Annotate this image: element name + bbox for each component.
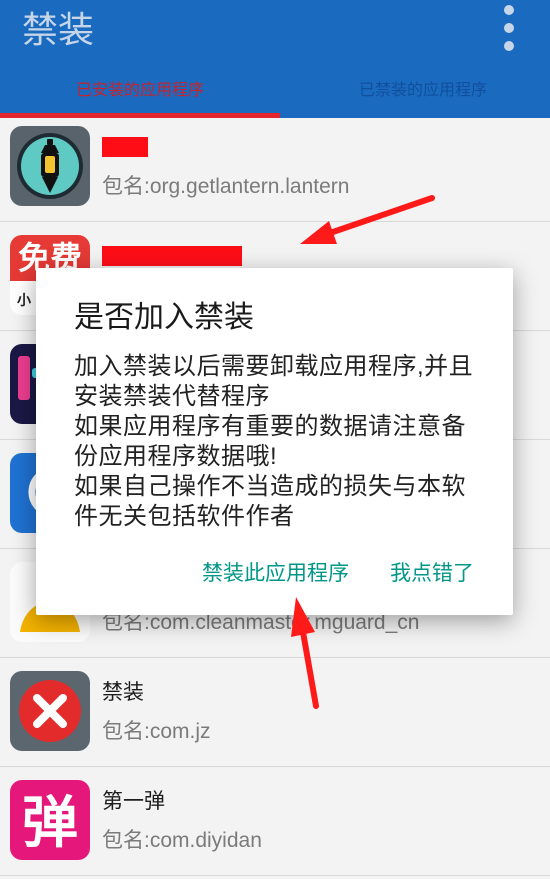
cancel-button[interactable]: 我点错了 (390, 562, 474, 586)
redaction-box (102, 246, 242, 266)
menu-dot (504, 41, 514, 51)
block-app-button[interactable]: 禁装此应用程序 (202, 562, 349, 586)
diyidan-icon: 弹 (10, 780, 90, 860)
package-name: 包名:com.jz (102, 720, 211, 743)
lantern-icon (10, 126, 90, 206)
menu-dot (504, 5, 514, 15)
tab-blocked[interactable]: 已禁装的应用程序 (280, 65, 550, 113)
more-vert-icon[interactable] (494, 0, 524, 56)
dialog-message-line: 加入禁装以后需要卸载应用程序,并且 (74, 353, 474, 380)
tab-installed[interactable]: 已安装的应用程序 (0, 65, 280, 113)
dialog-message-line: 如果应用程序有重要的数据请注意备 (74, 413, 466, 440)
icon-subtext: 小 (17, 293, 31, 309)
icon-text: 弹 (22, 791, 78, 856)
app-bar: 禁装 已安装的应用程序 已禁装的应用程序 (0, 0, 550, 118)
dialog-title: 是否加入禁装 (74, 301, 254, 334)
tab-indicator (0, 113, 280, 118)
block-x-icon (10, 671, 90, 751)
app-title: 禁装 (22, 9, 95, 50)
list-item[interactable]: 弹 第一弹 包名:com.diyidan (0, 767, 550, 876)
dialog-message-line: 件无关包括软件作者 (74, 503, 295, 530)
list-item[interactable]: 包名:org.getlantern.lantern (0, 113, 550, 222)
dialog-message-line: 如果自己操作不当造成的损失与本软 (74, 473, 466, 500)
list-item[interactable]: 禁装 包名:com.jz (0, 658, 550, 767)
menu-dot (504, 23, 514, 33)
confirm-dialog: 是否加入禁装 加入禁装以后需要卸载应用程序,并且 安装禁装代替程序 如果应用程序… (36, 268, 513, 615)
dialog-message: 加入禁装以后需要卸载应用程序,并且 安装禁装代替程序 如果应用程序有重要的数据请… (74, 352, 506, 532)
app-name: 第一弹 (102, 790, 165, 813)
dialog-message-line: 份应用程序数据哦! (74, 443, 278, 470)
package-name: 包名:org.getlantern.lantern (102, 175, 350, 198)
dialog-message-line: 安装禁装代替程序 (74, 383, 270, 410)
app-name: 禁装 (102, 681, 144, 704)
package-name: 包名:com.diyidan (102, 829, 262, 852)
redaction-box (102, 137, 148, 157)
